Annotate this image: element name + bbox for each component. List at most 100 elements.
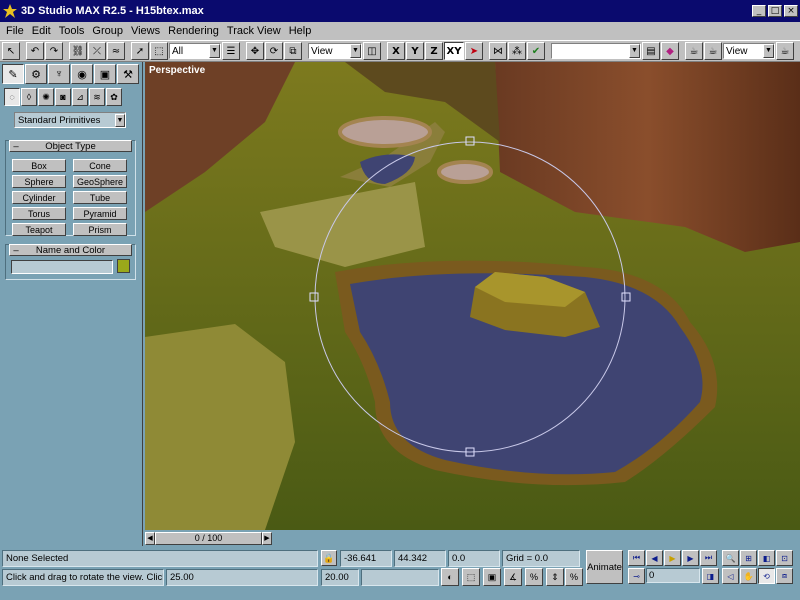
name-color-rollout-header[interactable]: – Name and Color [9, 244, 132, 256]
snap-toggle-icon[interactable]: ▣ [483, 568, 501, 586]
geometry-icon[interactable]: ◌ [4, 88, 20, 106]
render-scene-icon[interactable]: ☕ [685, 42, 703, 60]
minimize-button[interactable]: _ [752, 5, 766, 17]
menu-track-view[interactable]: Track View [223, 25, 285, 37]
lock-selection-icon[interactable]: 🔒 [321, 550, 337, 566]
render-last-icon[interactable]: ☕ [776, 42, 794, 60]
reference-coordinate-dropdown[interactable]: View ▼ [308, 43, 362, 59]
helpers-icon[interactable]: ⊿ [72, 88, 88, 106]
spinner-snap-icon[interactable]: ⇕ [546, 568, 564, 586]
cameras-icon[interactable]: ◙ [55, 88, 71, 106]
menu-file[interactable]: File [2, 25, 28, 37]
key-mode-icon[interactable]: ⊸ [628, 568, 645, 584]
window-crossing-icon[interactable]: ◐ [441, 568, 459, 586]
geosphere-button[interactable]: GeoSphere [73, 175, 127, 188]
snap-settings-icon[interactable]: % [565, 568, 583, 586]
zoom-extents-icon[interactable]: ◧ [758, 550, 775, 566]
mirror-icon[interactable]: ⋈ [489, 42, 507, 60]
link-icon[interactable]: ⛓ [69, 42, 87, 60]
menu-group[interactable]: Group [88, 25, 127, 37]
object-color-swatch[interactable] [117, 259, 130, 273]
help-pointer-icon[interactable]: ↖ [2, 42, 20, 60]
systems-icon[interactable]: ✿ [106, 88, 122, 106]
object-category-dropdown[interactable]: Standard Primitives ▼ [14, 112, 126, 128]
object-name-field[interactable] [11, 260, 113, 274]
menu-edit[interactable]: Edit [28, 25, 55, 37]
next-frame-icon[interactable]: ▶ [682, 550, 699, 566]
material-editor-icon[interactable]: ◆ [661, 42, 679, 60]
go-to-start-icon[interactable]: ⏮ [628, 550, 645, 566]
object-type-rollout-header[interactable]: – Object Type [9, 140, 132, 152]
time-slider-thumb[interactable]: 0 / 100 [155, 532, 262, 545]
torus-button[interactable]: Torus [12, 207, 66, 220]
time-slider-left-arrow[interactable]: ◀ [145, 532, 155, 545]
close-button[interactable]: × [784, 5, 798, 17]
unlink-icon[interactable]: ⤫ [88, 42, 106, 60]
pivot-center-icon[interactable]: ◫ [363, 42, 381, 60]
lights-icon[interactable]: ✺ [38, 88, 54, 106]
degradation-override-icon[interactable]: ⬚ [462, 568, 480, 586]
select-object-icon[interactable]: ➚ [131, 42, 149, 60]
utilities-tab-icon[interactable]: ⚒ [117, 64, 139, 84]
axis-xy-button[interactable]: XY [444, 42, 464, 60]
quick-render-icon[interactable]: ☕ [704, 42, 722, 60]
axis-x-button[interactable]: X [387, 42, 405, 60]
tube-button[interactable]: Tube [73, 191, 127, 204]
axis-z-button[interactable]: Z [425, 42, 443, 60]
percent-snap-icon[interactable]: % [525, 568, 543, 586]
bind-space-warp-icon[interactable]: ≈ [107, 42, 125, 60]
previous-frame-icon[interactable]: ◀ [646, 550, 663, 566]
select-by-name-icon[interactable]: ☰ [222, 42, 240, 60]
zoom-all-icon[interactable]: ⊞ [740, 550, 757, 566]
shapes-icon[interactable]: ◊ [21, 88, 37, 106]
track-view-icon[interactable]: ▤ [642, 42, 660, 60]
inverse-kinematics-icon[interactable]: ➤ [465, 42, 483, 60]
play-icon[interactable]: ▶ [664, 550, 681, 566]
rotate-icon[interactable]: ⟳ [265, 42, 283, 60]
max-logo-icon[interactable] [2, 3, 18, 19]
redo-icon[interactable]: ↷ [45, 42, 63, 60]
maximize-button[interactable]: □ [768, 5, 782, 17]
menu-tools[interactable]: Tools [55, 25, 89, 37]
angle-snap-icon[interactable]: ∡ [504, 568, 522, 586]
go-to-end-icon[interactable]: ⏭ [700, 550, 717, 566]
animate-button[interactable]: Animate [586, 550, 623, 584]
display-tab-icon[interactable]: ▣ [94, 64, 116, 84]
field-of-view-icon[interactable]: ◁ [722, 568, 739, 584]
modify-tab-icon[interactable]: ⚙ [25, 64, 47, 84]
motion-tab-icon[interactable]: ◉ [71, 64, 93, 84]
pyramid-button[interactable]: Pyramid [73, 207, 127, 220]
align-icon[interactable]: ✔ [527, 42, 545, 60]
min-max-toggle-icon[interactable]: ⧈ [776, 568, 793, 584]
teapot-button[interactable]: Teapot [12, 223, 66, 236]
menu-help[interactable]: Help [285, 25, 316, 37]
selection-filter-dropdown[interactable]: All ▼ [169, 43, 221, 59]
named-selection-dropdown[interactable]: ▼ [551, 43, 641, 59]
time-slider-right-arrow[interactable]: ▶ [262, 532, 272, 545]
scale-icon[interactable]: ⧉ [284, 42, 302, 60]
zoom-icon[interactable]: 🔍 [722, 550, 739, 566]
menu-views[interactable]: Views [127, 25, 164, 37]
select-region-icon[interactable]: ⬚ [150, 42, 168, 60]
move-icon[interactable]: ✥ [246, 42, 264, 60]
undo-icon[interactable]: ↶ [26, 42, 44, 60]
hierarchy-tab-icon[interactable]: ♆ [48, 64, 70, 84]
box-button[interactable]: Box [12, 159, 66, 172]
axis-y-button[interactable]: Y [406, 42, 424, 60]
current-frame-field[interactable]: 0 [646, 568, 700, 583]
create-tab-icon[interactable]: ✎ [2, 64, 24, 84]
time-slider-track[interactable] [272, 532, 800, 545]
prism-button[interactable]: Prism [73, 223, 127, 236]
render-type-dropdown[interactable]: View ▼ [723, 43, 775, 59]
array-icon[interactable]: ⁂ [508, 42, 526, 60]
arc-rotate-icon[interactable]: ⟲ [758, 568, 775, 584]
viewport-label[interactable]: Perspective [149, 65, 205, 76]
space-warps-icon[interactable]: ≋ [89, 88, 105, 106]
time-configuration-icon[interactable]: ◨ [702, 568, 719, 584]
cone-button[interactable]: Cone [73, 159, 127, 172]
pan-icon[interactable]: ✋ [740, 568, 757, 584]
menu-rendering[interactable]: Rendering [164, 25, 223, 37]
sphere-button[interactable]: Sphere [12, 175, 66, 188]
perspective-viewport[interactable]: Perspective [145, 62, 800, 530]
zoom-extents-all-icon[interactable]: ⊡ [776, 550, 793, 566]
